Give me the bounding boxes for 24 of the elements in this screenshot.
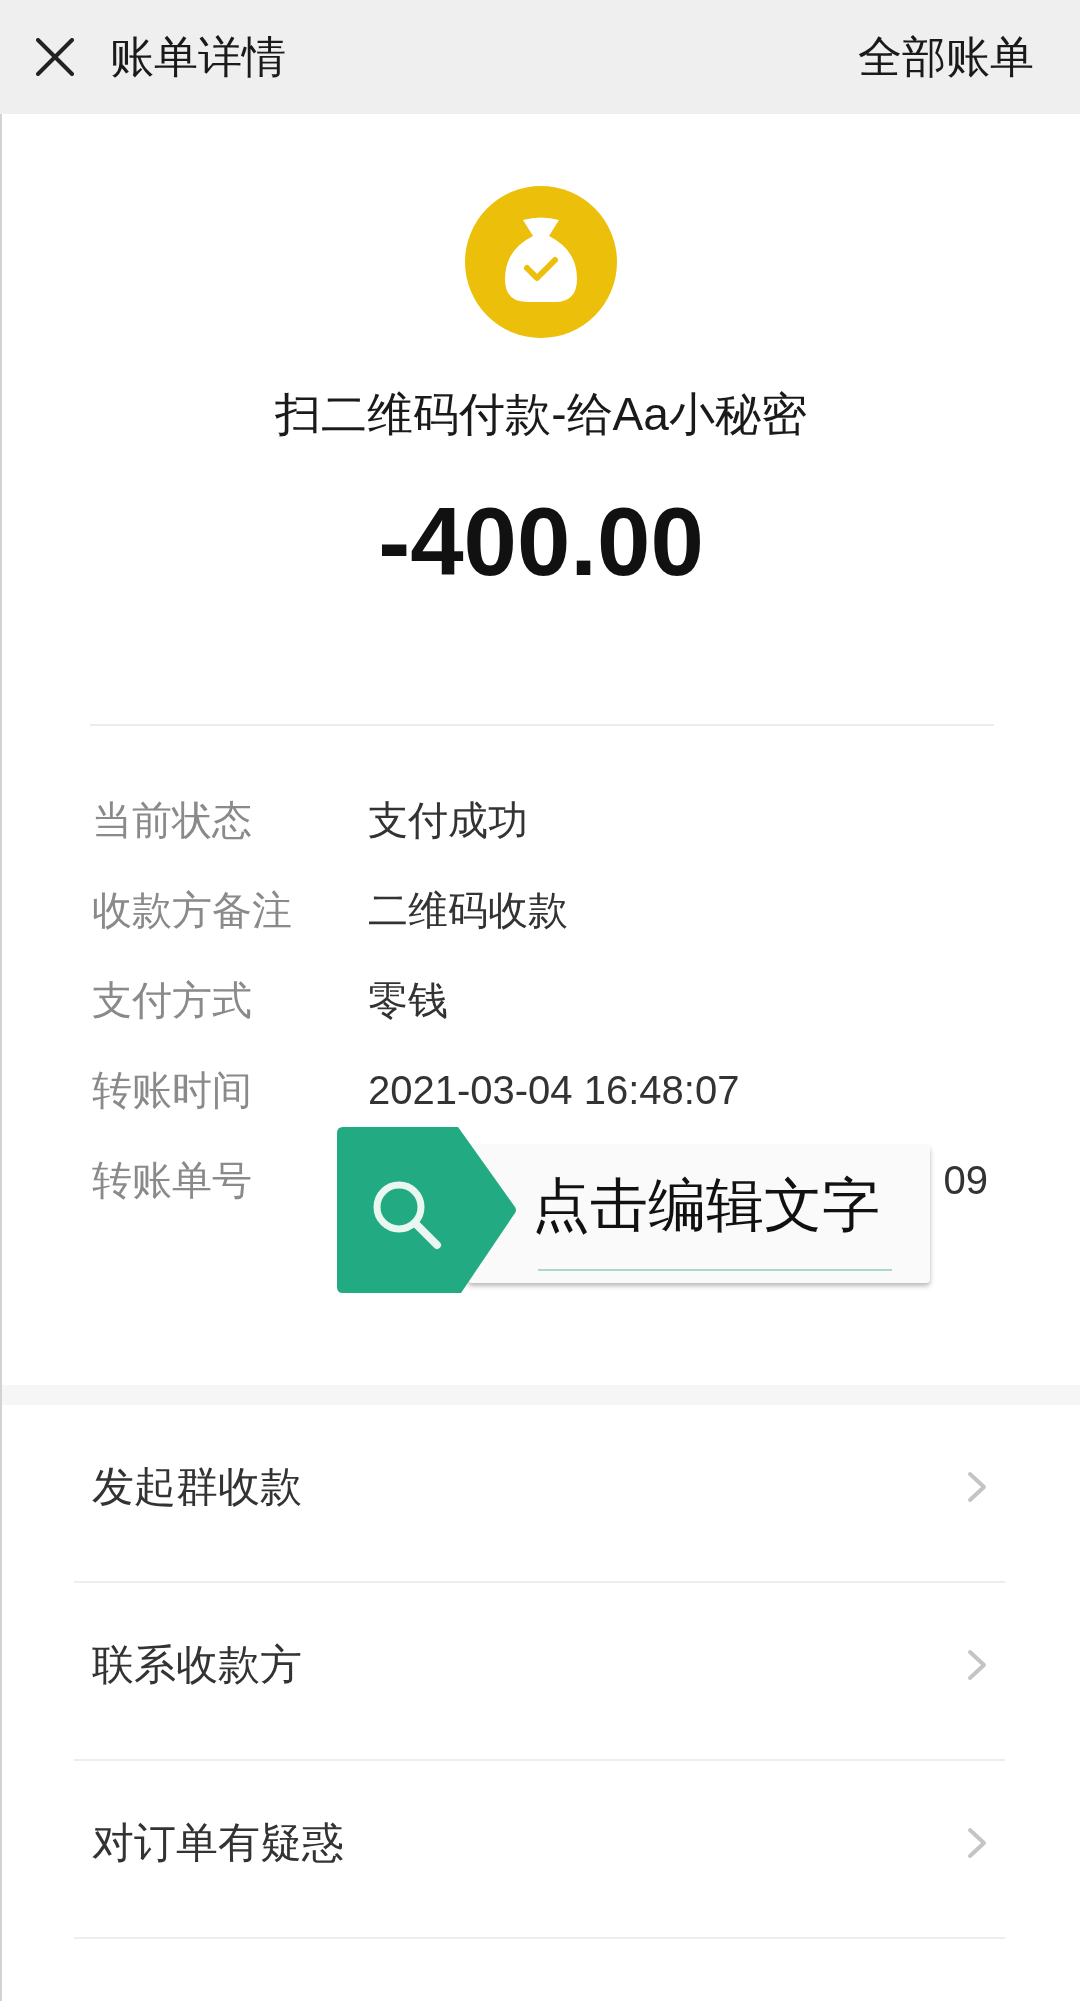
menu-item[interactable]: 对订单有疑惑 [74,1761,1005,1939]
close-icon[interactable] [36,38,74,76]
menu-item[interactable]: 联系收款方 [74,1583,1005,1761]
detail-label: 收款方备注 [92,887,293,934]
chevron-right-icon [966,1826,988,1860]
page-title: 账单详情 [110,31,286,83]
detail-label: 当前状态 [92,797,253,844]
detail-value: 2021-03-04 16:48:07 [368,1067,741,1114]
chevron-right-icon [966,1470,988,1504]
detail-value: 零钱 [368,977,449,1024]
detail-label: 转账时间 [92,1067,253,1114]
all-bills-button[interactable]: 全部账单 [858,29,1034,85]
edit-text-tooltip[interactable]: 点击编辑文字 [337,1127,932,1293]
chevron-right-icon [966,1648,988,1682]
detail-value: 二维码收款 [368,887,569,934]
payment-title: 扫二维码付款-给Aa小秘密 [275,387,807,442]
detail-label: 转账单号 [92,1157,253,1204]
detail-value: 支付成功 [368,797,529,844]
menu-item[interactable]: 发起群收款 [74,1405,1005,1583]
money-bag-icon [465,186,617,338]
search-icon[interactable] [337,1127,517,1293]
amount: -400.00 [378,487,704,597]
detail-label: 支付方式 [92,977,253,1024]
detail-value: 09 [943,1157,988,1204]
